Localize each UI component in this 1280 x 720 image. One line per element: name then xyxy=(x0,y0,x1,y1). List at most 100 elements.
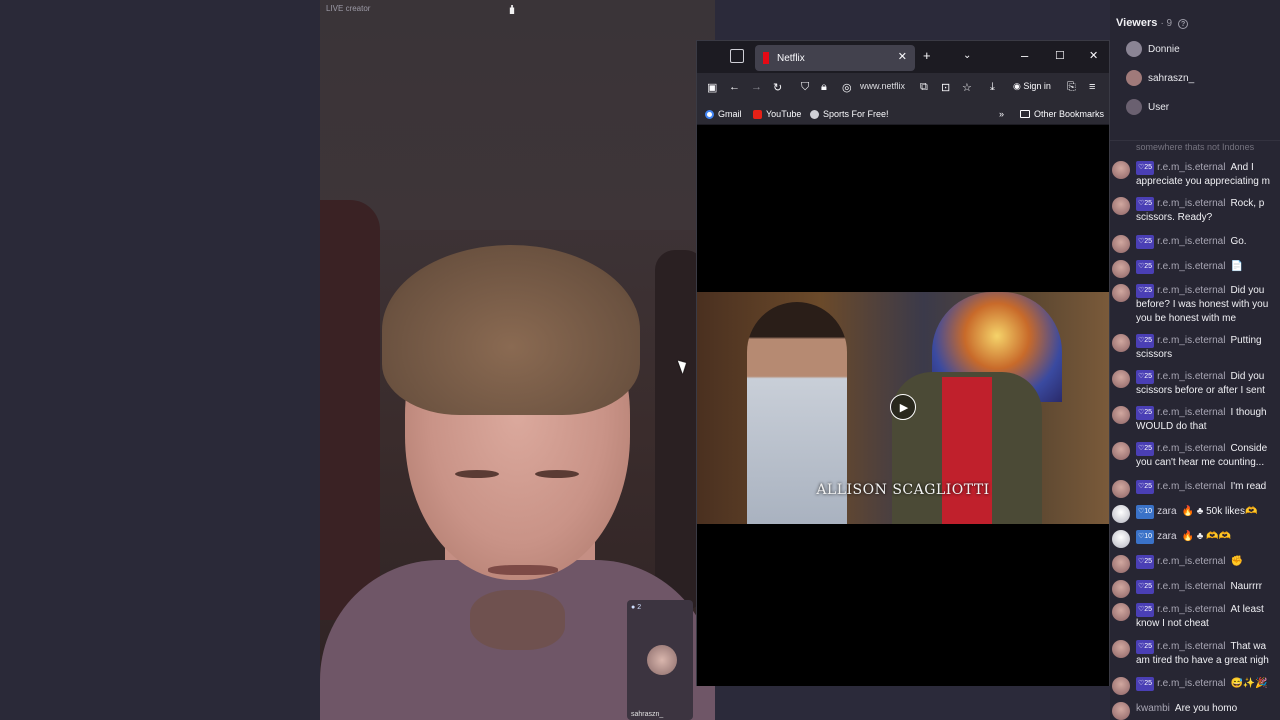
avatar[interactable] xyxy=(1112,235,1130,253)
credit-caption: ALLISON SCAGLIOTTI xyxy=(816,482,990,498)
downloads-icon[interactable]: ⤓ xyxy=(990,81,995,94)
streamer-beard xyxy=(470,590,565,650)
avatar[interactable] xyxy=(1112,702,1130,720)
chat-username[interactable]: r.e.m_is.eternal xyxy=(1157,162,1225,173)
tab-netflix[interactable]: Netflix ✕ xyxy=(755,45,915,71)
chat-username[interactable]: r.e.m_is.eternal xyxy=(1157,581,1225,592)
avatar[interactable] xyxy=(1112,334,1130,352)
chat-text: scissors before or after I sent xyxy=(1136,385,1265,396)
chat-username[interactable]: zara xyxy=(1157,506,1176,517)
chat-username[interactable]: r.e.m_is.eternal xyxy=(1157,481,1225,492)
chat-cut-message: somewhere thats not Indones xyxy=(1136,142,1255,152)
guest-avatar xyxy=(647,645,677,675)
permissions-icon[interactable]: ◎ xyxy=(842,81,852,94)
guest-thumbnail[interactable]: ● 2 sahraszn_ xyxy=(627,600,693,720)
chat-username[interactable]: r.e.m_is.eternal xyxy=(1157,335,1225,346)
tab-list-icon[interactable] xyxy=(730,49,744,63)
actor-woman-shirt xyxy=(942,377,992,524)
chat-username[interactable]: kwambi xyxy=(1136,703,1170,714)
bookmark-youtube[interactable]: YouTube xyxy=(753,109,801,119)
level-badge: ♡25 xyxy=(1136,603,1155,617)
url-field[interactable]: www.netflix xyxy=(860,81,912,91)
viewer-item[interactable]: User xyxy=(1126,99,1169,115)
avatar[interactable] xyxy=(1112,603,1130,621)
viewer-item[interactable]: sahraszn_ xyxy=(1126,70,1194,86)
maximize-icon[interactable]: ☐ xyxy=(1055,49,1065,62)
shield-icon[interactable]: ⛉ xyxy=(801,81,809,94)
video-frame[interactable]: ▶ ALLISON SCAGLIOTTI xyxy=(697,292,1109,524)
chat-text: I though xyxy=(1230,407,1267,418)
viewers-count: · 9 xyxy=(1160,18,1173,29)
chat-username[interactable]: r.e.m_is.eternal xyxy=(1157,198,1225,209)
avatar[interactable] xyxy=(1112,505,1130,523)
chat-username[interactable]: r.e.m_is.eternal xyxy=(1157,371,1225,382)
chat-text: 😅✨🎉 xyxy=(1230,678,1268,689)
chat-line: ♡25 r.e.m_is.eternal Did you xyxy=(1136,284,1264,298)
chat-line: ♡25 r.e.m_is.eternal At least xyxy=(1136,603,1264,617)
chat-line: ♡10 zara 🔥 ♣ 🫶🫶 xyxy=(1136,530,1231,544)
avatar[interactable] xyxy=(1112,640,1130,658)
minimize-icon[interactable]: – xyxy=(1021,48,1028,63)
avatar[interactable] xyxy=(1112,555,1130,573)
tab-dropdown-icon[interactable]: ⌄ xyxy=(963,50,971,61)
level-badge: ♡25 xyxy=(1136,370,1155,384)
avatar[interactable] xyxy=(1112,197,1130,215)
chat-line: ♡25 r.e.m_is.eternal Naurrrr xyxy=(1136,580,1262,594)
bookmark-star-icon[interactable]: ☆ xyxy=(962,81,972,94)
bookmarks-overflow-icon[interactable]: » xyxy=(999,109,1004,119)
play-icon[interactable]: ▶ xyxy=(890,394,916,420)
save-to-pocket-icon[interactable]: ⊡ xyxy=(941,81,950,94)
chat-username[interactable]: r.e.m_is.eternal xyxy=(1157,443,1225,454)
avatar[interactable] xyxy=(1112,480,1130,498)
help-icon[interactable]: ? xyxy=(1178,19,1189,29)
sidebar-icon[interactable]: ▣ xyxy=(707,81,717,94)
chat-text: am tired tho have a great nigh xyxy=(1136,655,1269,666)
chat-line: ♡25 r.e.m_is.eternal Go. xyxy=(1136,235,1247,249)
chat-text: Naurrrr xyxy=(1230,581,1263,592)
extensions-icon[interactable]: ⎘ xyxy=(1067,81,1076,94)
chat-text: That wa xyxy=(1230,641,1267,652)
chat-username[interactable]: zara xyxy=(1157,531,1176,542)
avatar[interactable] xyxy=(1112,161,1130,179)
chat-username[interactable]: r.e.m_is.eternal xyxy=(1157,604,1225,615)
chat-text: 🔥 ♣ 50k likes🫶 xyxy=(1181,506,1258,517)
youtube-icon xyxy=(753,109,762,119)
avatar[interactable] xyxy=(1112,406,1130,424)
other-bookmarks[interactable]: Other Bookmarks xyxy=(1020,109,1104,119)
bookmark-gmail[interactable]: Gmail xyxy=(705,109,742,119)
chat-username[interactable]: r.e.m_is.eternal xyxy=(1157,236,1225,247)
back-icon[interactable]: ← xyxy=(729,81,740,93)
chat-username[interactable]: r.e.m_is.eternal xyxy=(1157,678,1225,689)
new-tab-icon[interactable]: + xyxy=(923,48,931,63)
avatar[interactable] xyxy=(1112,260,1130,278)
netflix-player[interactable]: ▶ ALLISON SCAGLIOTTI xyxy=(697,125,1109,686)
avatar[interactable] xyxy=(1112,580,1130,598)
chat-line: ♡25 r.e.m_is.eternal Rock, p xyxy=(1136,197,1264,211)
close-window-icon[interactable]: ✕ xyxy=(1089,49,1098,62)
menu-icon[interactable]: ≡ xyxy=(1089,81,1095,93)
reload-icon[interactable]: ↻ xyxy=(773,81,782,94)
avatar[interactable] xyxy=(1112,284,1130,302)
level-badge: ♡25 xyxy=(1136,640,1155,654)
avatar[interactable] xyxy=(1112,677,1130,695)
chair-left xyxy=(320,200,380,620)
lock-icon[interactable]: 🔒︎ xyxy=(821,81,827,94)
avatar[interactable] xyxy=(1112,530,1130,548)
avatar[interactable] xyxy=(1112,370,1130,388)
viewer-item[interactable]: Donnie xyxy=(1126,41,1180,57)
forward-icon[interactable]: → xyxy=(751,81,762,93)
chat-line: ♡10 zara 🔥 ♣ 50k likes🫶 xyxy=(1136,505,1257,519)
chat-username[interactable]: r.e.m_is.eternal xyxy=(1157,261,1225,272)
tab-close-icon[interactable]: ✕ xyxy=(898,50,907,63)
chat-username[interactable]: r.e.m_is.eternal xyxy=(1157,641,1225,652)
chat-username[interactable]: r.e.m_is.eternal xyxy=(1157,556,1225,567)
chat-username[interactable]: r.e.m_is.eternal xyxy=(1157,285,1225,296)
level-badge: ♡25 xyxy=(1136,580,1155,594)
sign-in-button[interactable]: ◉ Sign in xyxy=(1013,81,1051,92)
avatar[interactable] xyxy=(1112,442,1130,460)
chat-text: 🔥 ♣ 🫶🫶 xyxy=(1181,531,1231,542)
bookmark-sports[interactable]: Sports For Free! xyxy=(810,109,889,119)
chat-username[interactable]: r.e.m_is.eternal xyxy=(1157,407,1225,418)
picture-in-picture-icon[interactable]: ⧉ xyxy=(920,81,928,94)
audio-bars-icon[interactable]: ılı xyxy=(509,3,525,17)
